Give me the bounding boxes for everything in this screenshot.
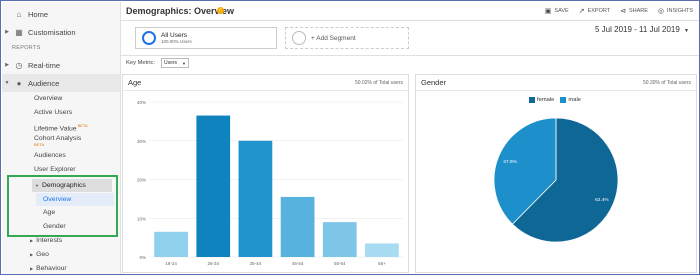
legend-swatch bbox=[560, 97, 567, 103]
x-tick-label: 18-24 bbox=[165, 261, 177, 266]
segment-circle-icon bbox=[142, 31, 156, 45]
key-metric-value: Users bbox=[164, 60, 178, 66]
x-tick-label: 65+ bbox=[378, 261, 386, 266]
nav-audience-label: Audience bbox=[28, 78, 60, 88]
sidebar: ⌂ Home ▶ ▦ Customisation REPORTS ▶ ◷ Real-… bbox=[2, 2, 121, 274]
key-metric-select[interactable]: Users ▼ bbox=[161, 58, 189, 68]
segment-divider bbox=[121, 55, 699, 56]
verified-check-icon: ✓ bbox=[217, 7, 224, 14]
nav-audience-overview[interactable]: Overview bbox=[34, 95, 62, 102]
nav-audiences[interactable]: Audiences bbox=[34, 152, 66, 159]
gender-pie-chart: 62.4% 37.6% bbox=[493, 117, 619, 243]
expand-caret-icon: ▶ bbox=[30, 238, 34, 243]
y-tick-label: 0% bbox=[139, 255, 146, 260]
nav-behaviour[interactable]: ▶ Behaviour bbox=[30, 265, 67, 272]
clock-icon: ◷ bbox=[15, 60, 23, 70]
y-tick-label: 20% bbox=[137, 178, 146, 183]
collapse-caret-icon: ▼ bbox=[4, 80, 10, 86]
nav-interests[interactable]: ▶ Interests bbox=[30, 237, 62, 244]
legend-label: male bbox=[568, 97, 581, 103]
x-tick-label: 45-54 bbox=[292, 261, 304, 266]
x-tick-label: 55-64 bbox=[334, 261, 346, 266]
beta-badge: BETA bbox=[34, 142, 45, 147]
nav-geo[interactable]: ▶ Geo bbox=[30, 251, 49, 258]
segment-all-users[interactable]: All Users 100.00% Users bbox=[135, 27, 277, 49]
share-button[interactable]: ⊲ SHARE bbox=[620, 7, 648, 15]
legend-item-male[interactable]: male bbox=[560, 97, 581, 103]
nav-audience[interactable]: ▼ ● Audience bbox=[2, 74, 120, 92]
share-icon: ⊲ bbox=[620, 8, 626, 15]
segment-pct: 100.00% Users bbox=[161, 39, 192, 44]
y-tick-label: 30% bbox=[137, 139, 146, 144]
gender-legend: female male bbox=[529, 97, 581, 103]
y-tick-label: 10% bbox=[137, 216, 146, 221]
share-label: SHARE bbox=[628, 8, 648, 14]
age-bar-18-24[interactable] bbox=[154, 231, 188, 257]
chevron-down-icon: ▼ bbox=[182, 60, 186, 66]
age-bar-chart: 0% 10% 20% 30% 40% 18-24 25-34 35-44 45-54 55-64 6… bbox=[137, 100, 403, 266]
nav-geo-label: Geo bbox=[36, 251, 49, 258]
pie-label-female: 62.4% bbox=[595, 197, 609, 203]
insights-label: INSIGHTS bbox=[667, 8, 693, 14]
y-tick-label: 40% bbox=[137, 100, 146, 105]
segment-text: All Users 100.00% Users bbox=[161, 32, 192, 44]
age-bar-25-34[interactable] bbox=[196, 115, 231, 257]
legend-swatch bbox=[529, 97, 535, 103]
person-icon: ● bbox=[16, 78, 22, 88]
nav-home[interactable]: ⌂ Home bbox=[2, 5, 120, 23]
gender-panel: Gender 50.30% of Total users 62.4% 37.6% bbox=[415, 74, 697, 273]
toolbar: ▣ SAVE ↗ EXPORT ⊲ SHARE ◎ INSIGHTS bbox=[545, 7, 693, 15]
nav-customisation-label: Customisation bbox=[28, 27, 76, 37]
reports-section-label: REPORTS bbox=[12, 45, 41, 51]
pie-label-male: 37.6% bbox=[503, 159, 517, 165]
expand-caret-icon: ▶ bbox=[30, 252, 34, 257]
legend-item-female[interactable]: female bbox=[529, 97, 554, 103]
nav-realtime-label: Real-time bbox=[28, 60, 61, 70]
nav-behaviour-label: Behaviour bbox=[36, 265, 67, 272]
insights-button[interactable]: ◎ INSIGHTS bbox=[658, 7, 693, 15]
grid-plus-icon: ▦ bbox=[15, 27, 23, 37]
segment-name: All Users bbox=[161, 32, 188, 39]
age-bar-35-44[interactable] bbox=[238, 140, 273, 257]
age-bar-55-64[interactable] bbox=[322, 222, 357, 257]
save-icon: ▣ bbox=[544, 8, 552, 15]
nav-home-label: Home bbox=[28, 9, 49, 19]
nav-active-users[interactable]: Active Users bbox=[34, 109, 72, 116]
x-tick-label: 35-44 bbox=[250, 261, 262, 266]
ga-window: ⌂ Home ▶ ▦ Customisation REPORTS ▶ ◷ Real-… bbox=[0, 0, 700, 275]
nav-cohort-analysis[interactable]: Cohort Analysis BETA bbox=[34, 135, 81, 149]
x-tick-label: 25-34 bbox=[207, 261, 219, 266]
nav-interests-label: Interests bbox=[36, 237, 63, 244]
home-icon: ⌂ bbox=[16, 9, 22, 19]
add-segment-circle-icon bbox=[292, 31, 306, 45]
chevron-down-icon: ▼ bbox=[684, 28, 689, 34]
beta-badge: BETA bbox=[77, 123, 88, 128]
nav-realtime[interactable]: ▶ ◷ Real-time bbox=[2, 56, 120, 74]
age-bar-45-54[interactable] bbox=[280, 196, 315, 257]
nav-customisation[interactable]: ▶ ▦ Customisation bbox=[2, 23, 120, 41]
age-panel: Age 50.02% of Total users 0% 10% 20% 30% 40%… bbox=[122, 74, 409, 273]
header-divider bbox=[121, 20, 699, 21]
key-metric-label: Key Metric: bbox=[126, 60, 155, 66]
save-label: SAVE bbox=[554, 8, 569, 14]
expand-caret-icon: ▶ bbox=[30, 266, 34, 271]
expand-caret-icon: ▶ bbox=[5, 62, 9, 68]
nav-user-explorer[interactable]: User Explorer bbox=[34, 166, 76, 173]
nav-cohort-label: Cohort Analysis bbox=[34, 135, 82, 142]
add-segment-label: + Add Segment bbox=[311, 34, 356, 42]
export-label: EXPORT bbox=[587, 8, 611, 14]
export-icon: ↗ bbox=[578, 8, 585, 15]
date-range-picker[interactable]: 5 Jul 2019 - 11 Jul 2019 ▼ bbox=[595, 25, 689, 34]
date-range-label: 5 Jul 2019 - 11 Jul 2019 bbox=[595, 25, 680, 34]
nav-lifetime-value[interactable]: Lifetime ValueBETA bbox=[34, 123, 88, 132]
expand-caret-icon: ▶ bbox=[5, 29, 9, 35]
save-button[interactable]: ▣ SAVE bbox=[545, 7, 569, 15]
insights-icon: ◎ bbox=[657, 8, 665, 15]
legend-label: female bbox=[537, 97, 555, 103]
export-button[interactable]: ↗ EXPORT bbox=[579, 7, 610, 15]
age-bar-65+[interactable] bbox=[365, 243, 399, 257]
nav-lifetime-value-label: Lifetime Value bbox=[34, 125, 77, 133]
add-segment-button[interactable]: + Add Segment bbox=[285, 27, 409, 49]
highlight-box bbox=[7, 175, 118, 237]
